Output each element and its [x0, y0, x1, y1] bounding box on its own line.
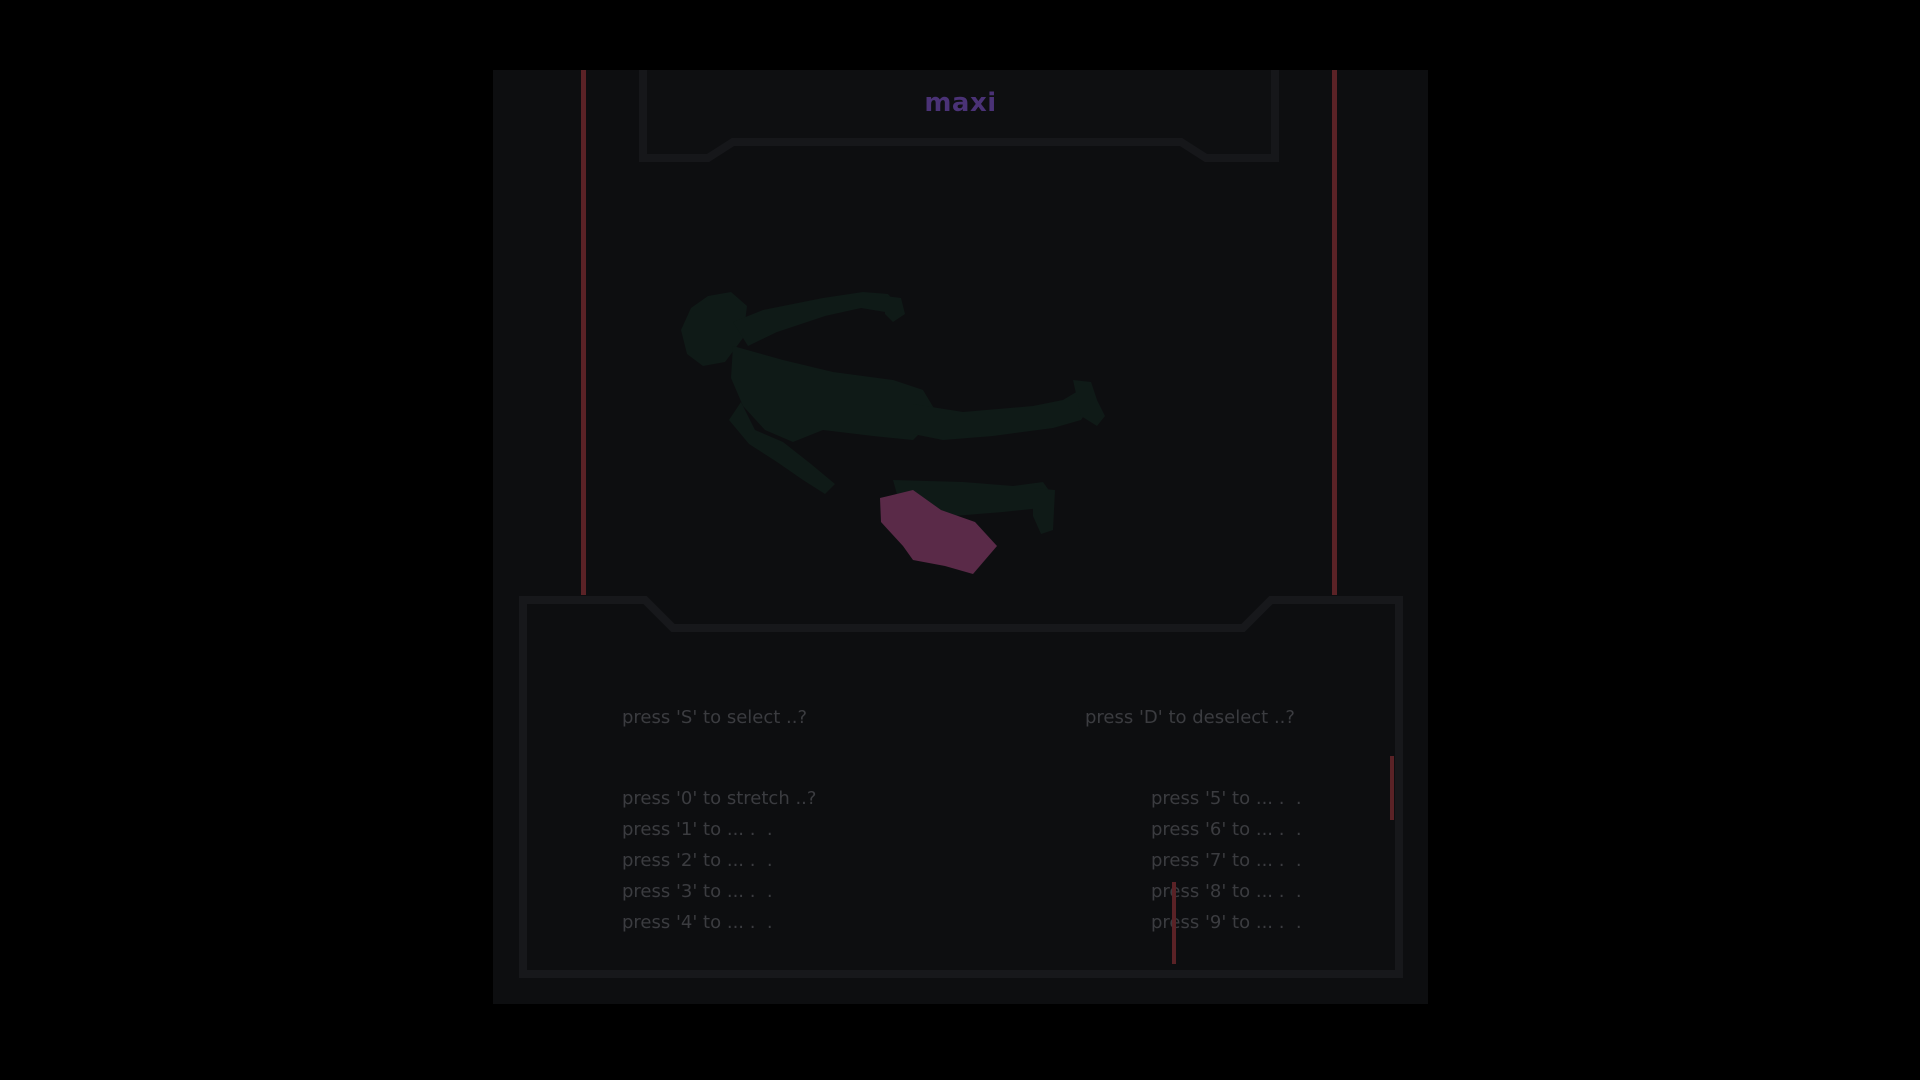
control-line-6: press '6' to ... . .: [1151, 819, 1302, 840]
control-line-1: press '1' to ... . .: [622, 819, 773, 840]
control-line-0: press '0' to stretch ..?: [622, 788, 817, 809]
control-line-5: press '5' to ... . .: [1151, 788, 1302, 809]
control-line-4: press '4' to ... . .: [622, 912, 773, 933]
control-line-2: press '2' to ... . .: [622, 850, 773, 871]
deselect-instruction: press 'D' to deselect ..?: [1085, 707, 1295, 728]
torso: [731, 346, 938, 442]
upper-leg: [913, 388, 1095, 440]
red-marker-right: [1390, 756, 1394, 820]
top-hand: [885, 296, 905, 322]
red-marker-bottom: [1172, 882, 1176, 964]
control-line-3: press '3' to ... . .: [622, 881, 773, 902]
select-instruction: press 'S' to select ..?: [622, 707, 808, 728]
lower-foot: [1033, 488, 1055, 534]
game-panel: maxi press 'S' to select ..? press 'D' t…: [493, 70, 1428, 1004]
control-line-7: press '7' to ... . .: [1151, 850, 1302, 871]
upper-arm: [733, 292, 895, 346]
